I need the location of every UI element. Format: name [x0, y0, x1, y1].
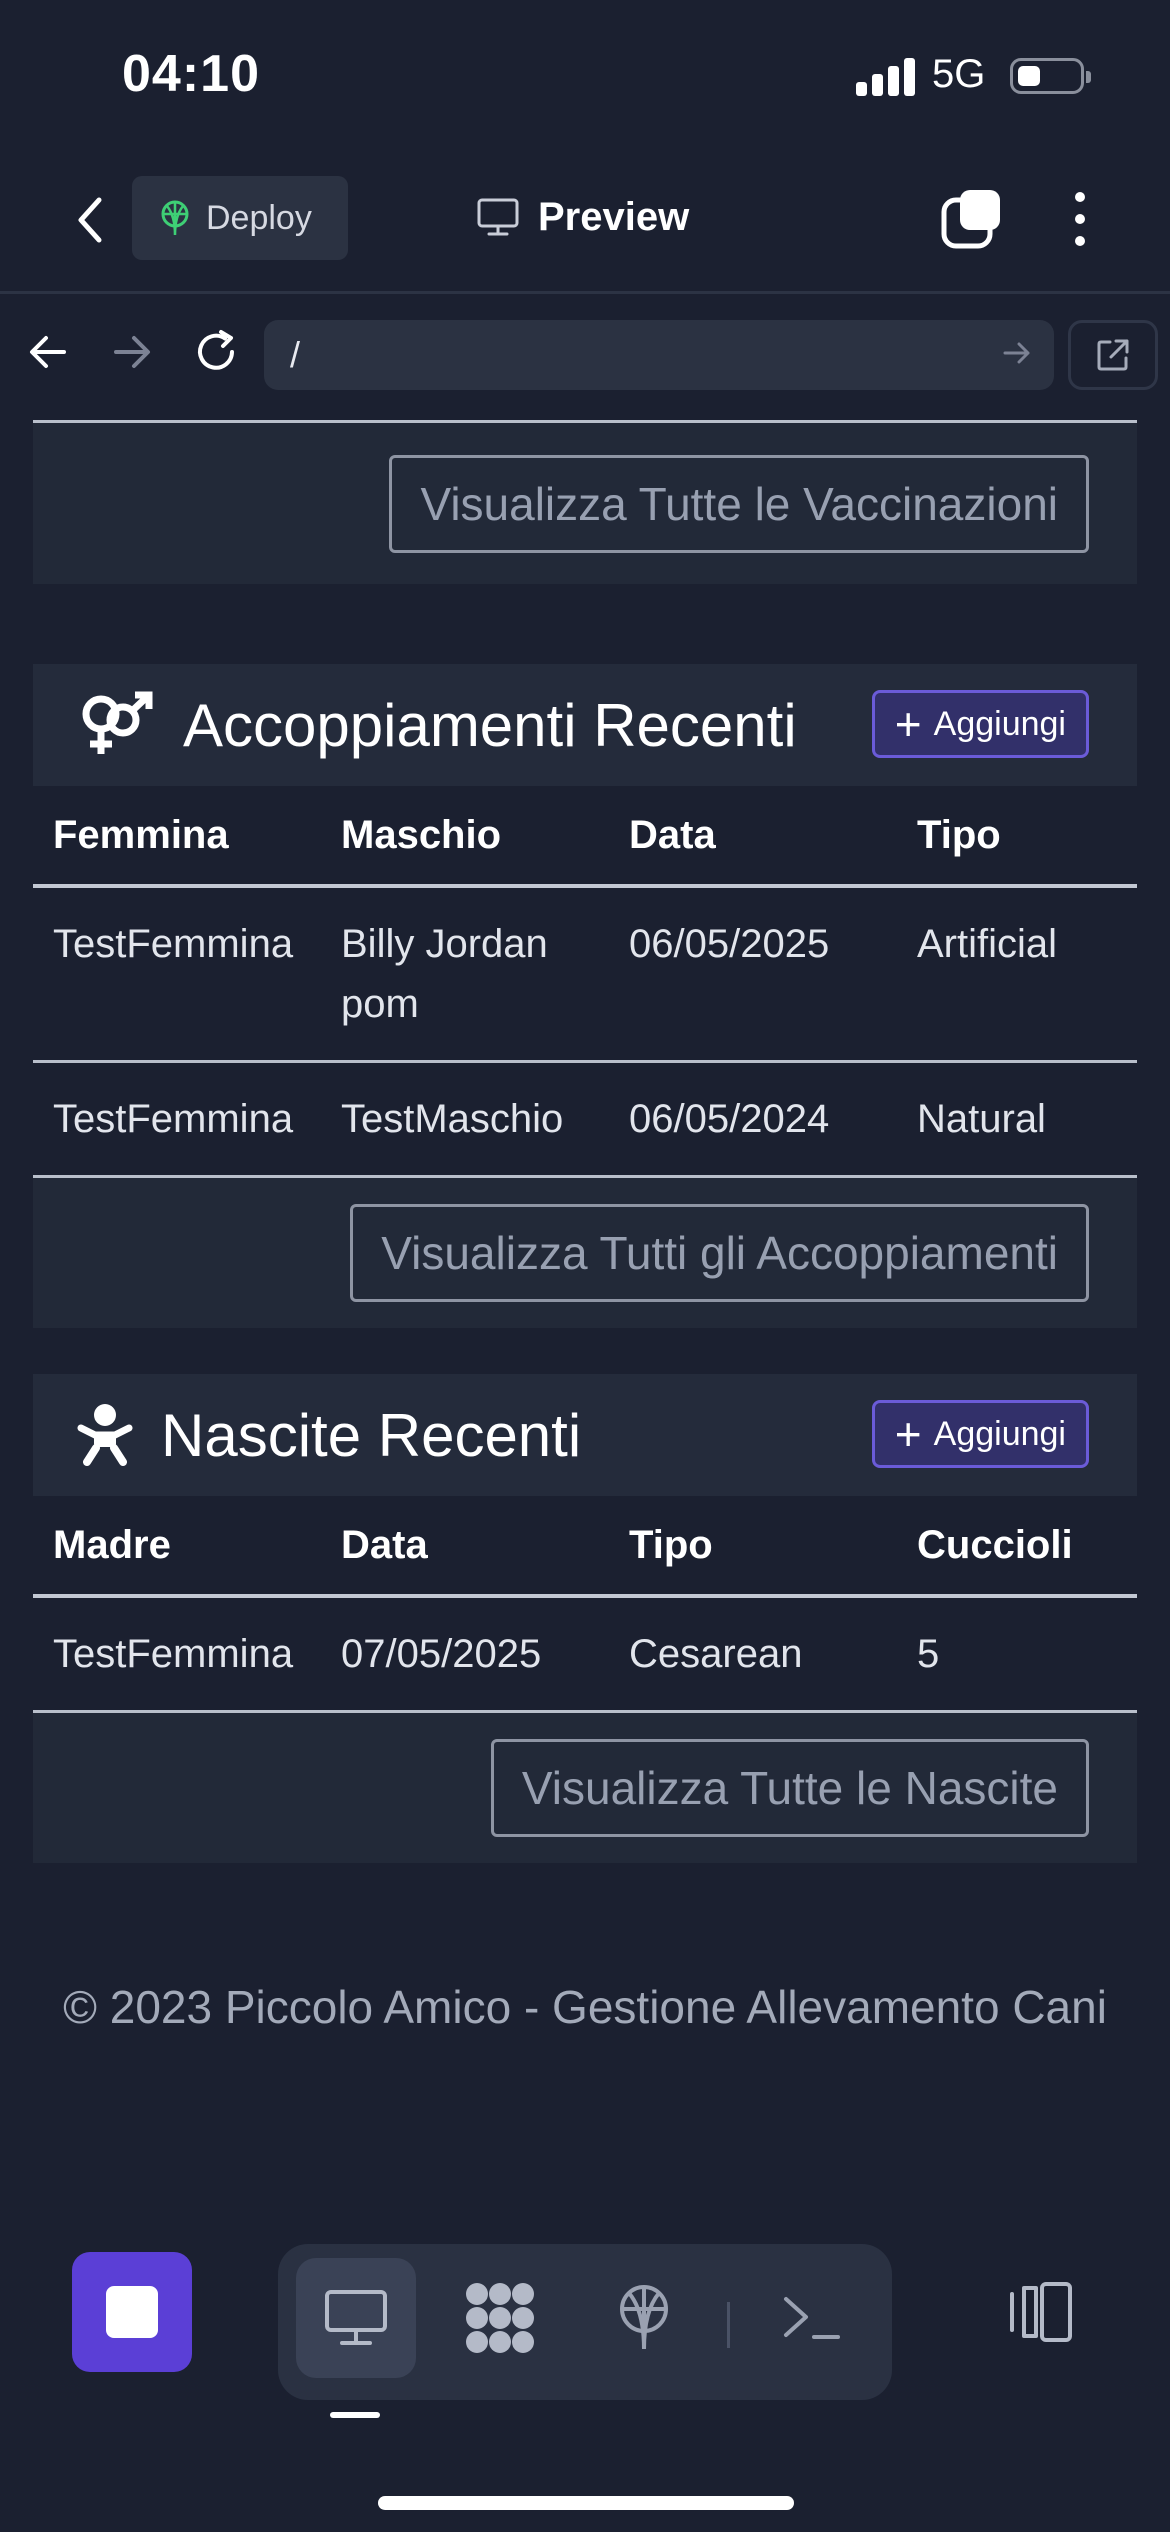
browser-forward-button[interactable]	[104, 324, 160, 380]
view-all-vaccinations-button[interactable]: Visualizza Tutte le Vaccinazioni	[389, 454, 1089, 553]
status-time: 04:10	[122, 45, 260, 103]
matings-card-title: Accoppiamenti Recenti	[183, 691, 797, 759]
table-cell: TestFemmina	[33, 1596, 321, 1713]
column-header: Madre	[33, 1496, 321, 1598]
monitor-icon	[477, 198, 519, 236]
table-cell: TestMaschio	[321, 1061, 609, 1178]
add-mating-button[interactable]: + Aggiungi	[871, 690, 1089, 758]
add-birth-button[interactable]: + Aggiungi	[871, 1400, 1089, 1468]
plus-icon: +	[894, 1408, 922, 1460]
tool-group	[278, 2244, 892, 2400]
table-cell: Natural	[897, 1061, 1137, 1178]
births-card-footer: Visualizza Tutte le Nascite	[33, 1713, 1137, 1863]
column-header: Femmina	[33, 786, 321, 888]
view-all-matings-button[interactable]: Visualizza Tutti gli Accoppiamenti	[350, 1204, 1089, 1302]
external-link-icon	[1097, 339, 1129, 371]
matings-card-footer: Visualizza Tutti gli Accoppiamenti	[33, 1178, 1137, 1328]
table-cell: TestFemmina	[33, 1061, 321, 1178]
network-label: 5G	[932, 52, 986, 96]
stop-button[interactable]	[72, 2252, 192, 2372]
table-cell: 06/05/2025	[609, 886, 897, 1063]
column-header: Tipo	[897, 786, 1137, 888]
table-cell: Cesarean	[609, 1596, 897, 1713]
deploy-label: Deploy	[206, 198, 312, 237]
reload-button[interactable]	[188, 324, 244, 380]
status-bar: 04:10 5G	[0, 0, 1170, 150]
matings-table: Femmina Maschio Data Tipo TestFemmina Bi…	[33, 786, 1137, 1178]
vaccinations-card-footer: Visualizza Tutte le Vaccinazioni	[33, 420, 1137, 584]
more-options-button[interactable]	[1056, 186, 1104, 252]
home-indicator	[378, 2496, 794, 2510]
table-header-row: Madre Data Tipo Cuccioli	[33, 1496, 1137, 1598]
plus-icon: +	[894, 698, 922, 750]
browser-back-button[interactable]	[20, 324, 76, 380]
url-input[interactable]: /	[264, 320, 1054, 390]
stop-icon	[106, 2286, 158, 2338]
arrow-left-icon	[30, 336, 66, 368]
column-header: Tipo	[609, 1496, 897, 1598]
active-tab-indicator	[330, 2412, 380, 2418]
table-header-row: Femmina Maschio Data Tipo	[33, 786, 1137, 888]
births-card-header: Nascite Recenti + Aggiungi	[33, 1374, 1137, 1496]
page-footer: © 2023 Piccolo Amico - Gestione Allevame…	[63, 1981, 1107, 2033]
preview-tab[interactable]: Preview	[476, 182, 689, 252]
table-row: TestFemmina 07/05/2025 Cesarean 5	[33, 1596, 1137, 1713]
births-table: Madre Data Tipo Cuccioli TestFemmina 07/…	[33, 1496, 1137, 1713]
panel-toggle-icon	[1010, 2282, 1072, 2342]
terminal-icon	[784, 2297, 840, 2339]
monitor-icon	[325, 2290, 387, 2345]
add-mating-label: Aggiungi	[933, 704, 1066, 743]
battery-icon	[1010, 58, 1091, 94]
column-header: Maschio	[321, 786, 609, 888]
view-all-births-button[interactable]: Visualizza Tutte le Nascite	[490, 1739, 1089, 1837]
deploy-icon	[161, 200, 189, 236]
chevron-left-icon	[78, 197, 102, 243]
table-cell: TestFemmina	[33, 886, 321, 1063]
gender-symbols-icon	[82, 691, 153, 754]
births-card: Nascite Recenti + Aggiungi Madre Data Ti…	[33, 1374, 1137, 1863]
table-cell: 07/05/2025	[321, 1596, 609, 1713]
apps-icon	[466, 2283, 534, 2353]
deploy-tool-button[interactable]	[584, 2258, 704, 2378]
browser-bar: /	[0, 296, 1170, 414]
arrow-right-icon	[114, 336, 150, 368]
page-content: Visualizza Tutte le Vaccinazioni Accoppi…	[0, 420, 1170, 2180]
matings-card-header: Accoppiamenti Recenti + Aggiungi	[33, 664, 1137, 786]
table-row: TestFemmina Billy Jordan pom 06/05/2025 …	[33, 886, 1137, 1063]
signal-icon	[856, 58, 916, 96]
apps-tool-button[interactable]	[440, 2258, 560, 2378]
open-external-button[interactable]	[1068, 320, 1158, 390]
deploy-button[interactable]: Deploy	[132, 176, 348, 260]
preview-label: Preview	[538, 194, 690, 239]
bottom-toolbar	[0, 2220, 1170, 2532]
url-text: /	[290, 334, 301, 375]
column-header: Cuccioli	[897, 1496, 1137, 1598]
panel-toggle-button[interactable]	[996, 2270, 1080, 2354]
back-button[interactable]	[60, 190, 120, 250]
column-header: Data	[609, 786, 897, 888]
table-cell: Artificial	[897, 886, 1137, 1063]
table-row: TestFemmina TestMaschio 06/05/2024 Natur…	[33, 1061, 1137, 1178]
tabs-icon	[941, 190, 1000, 249]
births-card-title: Nascite Recenti	[161, 1401, 582, 1469]
tabs-button[interactable]	[940, 186, 1006, 252]
table-cell: Billy Jordan pom	[321, 886, 609, 1063]
preview-tool-button[interactable]	[296, 2258, 416, 2378]
column-header: Data	[321, 1496, 609, 1598]
deploy-icon	[620, 2285, 668, 2350]
terminal-tool-button[interactable]	[752, 2258, 872, 2378]
matings-card: Accoppiamenti Recenti + Aggiungi Femmina…	[33, 664, 1137, 1328]
go-arrow-icon[interactable]	[1002, 338, 1032, 368]
add-birth-label: Aggiungi	[933, 1414, 1066, 1453]
table-cell: 5	[897, 1596, 1137, 1713]
baby-icon	[77, 1404, 133, 1466]
app-header: Deploy Preview	[0, 150, 1170, 294]
toolbar-divider	[727, 2302, 730, 2348]
reload-icon	[198, 330, 234, 370]
table-cell: 06/05/2024	[609, 1061, 897, 1178]
